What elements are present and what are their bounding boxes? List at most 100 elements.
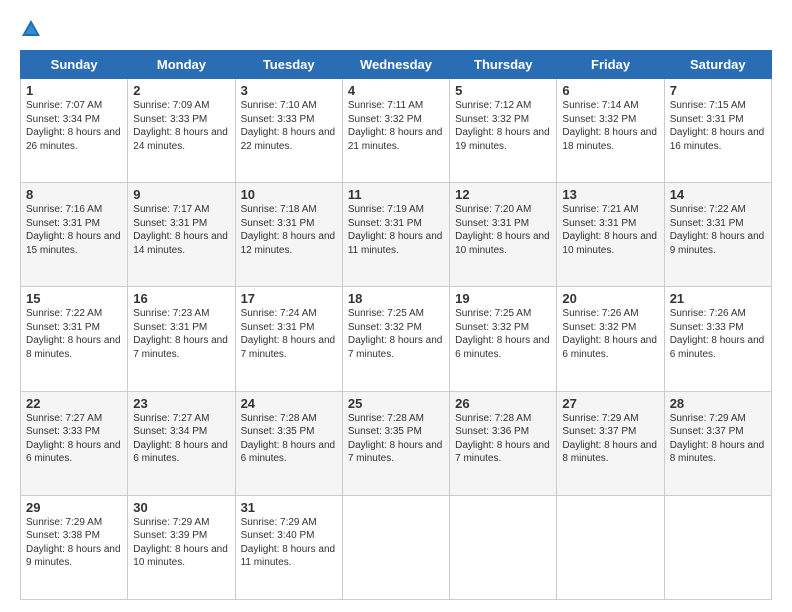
calendar-day-cell: 2 Sunrise: 7:09 AM Sunset: 3:33 PM Dayli… xyxy=(128,79,235,183)
day-info: Sunrise: 7:17 AM Sunset: 3:31 PM Dayligh… xyxy=(133,203,229,257)
day-info: Sunrise: 7:26 AM Sunset: 3:33 PM Dayligh… xyxy=(670,307,766,361)
calendar-day-cell: 30 Sunrise: 7:29 AM Sunset: 3:39 PM Dayl… xyxy=(128,495,235,599)
calendar-day-cell: 8 Sunrise: 7:16 AM Sunset: 3:31 PM Dayli… xyxy=(21,183,128,287)
day-number: 15 xyxy=(26,291,122,306)
day-info: Sunrise: 7:29 AM Sunset: 3:37 PM Dayligh… xyxy=(562,412,658,466)
day-number: 3 xyxy=(241,83,337,98)
day-info: Sunrise: 7:28 AM Sunset: 3:35 PM Dayligh… xyxy=(241,412,337,466)
weekday-header: Wednesday xyxy=(342,51,449,79)
calendar-day-cell: 25 Sunrise: 7:28 AM Sunset: 3:35 PM Dayl… xyxy=(342,391,449,495)
calendar-day-cell: 13 Sunrise: 7:21 AM Sunset: 3:31 PM Dayl… xyxy=(557,183,664,287)
calendar-day-cell xyxy=(450,495,557,599)
day-info: Sunrise: 7:19 AM Sunset: 3:31 PM Dayligh… xyxy=(348,203,444,257)
day-info: Sunrise: 7:25 AM Sunset: 3:32 PM Dayligh… xyxy=(348,307,444,361)
calendar-day-cell: 22 Sunrise: 7:27 AM Sunset: 3:33 PM Dayl… xyxy=(21,391,128,495)
calendar-week-row: 22 Sunrise: 7:27 AM Sunset: 3:33 PM Dayl… xyxy=(21,391,772,495)
weekday-header: Monday xyxy=(128,51,235,79)
page: SundayMondayTuesdayWednesdayThursdayFrid… xyxy=(0,0,792,612)
calendar-week-row: 29 Sunrise: 7:29 AM Sunset: 3:38 PM Dayl… xyxy=(21,495,772,599)
calendar-day-cell: 31 Sunrise: 7:29 AM Sunset: 3:40 PM Dayl… xyxy=(235,495,342,599)
day-number: 26 xyxy=(455,396,551,411)
calendar-day-cell xyxy=(342,495,449,599)
day-info: Sunrise: 7:28 AM Sunset: 3:36 PM Dayligh… xyxy=(455,412,551,466)
weekday-header: Saturday xyxy=(664,51,771,79)
weekday-header: Friday xyxy=(557,51,664,79)
day-info: Sunrise: 7:24 AM Sunset: 3:31 PM Dayligh… xyxy=(241,307,337,361)
day-number: 14 xyxy=(670,187,766,202)
day-number: 21 xyxy=(670,291,766,306)
calendar-day-cell: 14 Sunrise: 7:22 AM Sunset: 3:31 PM Dayl… xyxy=(664,183,771,287)
day-number: 4 xyxy=(348,83,444,98)
day-number: 9 xyxy=(133,187,229,202)
calendar-day-cell: 26 Sunrise: 7:28 AM Sunset: 3:36 PM Dayl… xyxy=(450,391,557,495)
calendar-day-cell: 10 Sunrise: 7:18 AM Sunset: 3:31 PM Dayl… xyxy=(235,183,342,287)
day-info: Sunrise: 7:12 AM Sunset: 3:32 PM Dayligh… xyxy=(455,99,551,153)
calendar-day-cell: 16 Sunrise: 7:23 AM Sunset: 3:31 PM Dayl… xyxy=(128,287,235,391)
day-info: Sunrise: 7:27 AM Sunset: 3:34 PM Dayligh… xyxy=(133,412,229,466)
day-info: Sunrise: 7:22 AM Sunset: 3:31 PM Dayligh… xyxy=(26,307,122,361)
day-number: 19 xyxy=(455,291,551,306)
calendar-day-cell: 7 Sunrise: 7:15 AM Sunset: 3:31 PM Dayli… xyxy=(664,79,771,183)
header xyxy=(20,18,772,40)
calendar-day-cell: 9 Sunrise: 7:17 AM Sunset: 3:31 PM Dayli… xyxy=(128,183,235,287)
day-number: 6 xyxy=(562,83,658,98)
calendar-day-cell: 29 Sunrise: 7:29 AM Sunset: 3:38 PM Dayl… xyxy=(21,495,128,599)
day-number: 12 xyxy=(455,187,551,202)
calendar-day-cell xyxy=(664,495,771,599)
calendar-week-row: 15 Sunrise: 7:22 AM Sunset: 3:31 PM Dayl… xyxy=(21,287,772,391)
day-number: 23 xyxy=(133,396,229,411)
calendar-day-cell: 4 Sunrise: 7:11 AM Sunset: 3:32 PM Dayli… xyxy=(342,79,449,183)
day-number: 10 xyxy=(241,187,337,202)
day-number: 25 xyxy=(348,396,444,411)
calendar-day-cell: 28 Sunrise: 7:29 AM Sunset: 3:37 PM Dayl… xyxy=(664,391,771,495)
day-info: Sunrise: 7:29 AM Sunset: 3:38 PM Dayligh… xyxy=(26,516,122,570)
day-info: Sunrise: 7:27 AM Sunset: 3:33 PM Dayligh… xyxy=(26,412,122,466)
day-number: 13 xyxy=(562,187,658,202)
day-info: Sunrise: 7:29 AM Sunset: 3:40 PM Dayligh… xyxy=(241,516,337,570)
calendar-day-cell: 12 Sunrise: 7:20 AM Sunset: 3:31 PM Dayl… xyxy=(450,183,557,287)
day-number: 27 xyxy=(562,396,658,411)
day-number: 29 xyxy=(26,500,122,515)
day-info: Sunrise: 7:29 AM Sunset: 3:37 PM Dayligh… xyxy=(670,412,766,466)
day-number: 30 xyxy=(133,500,229,515)
day-info: Sunrise: 7:25 AM Sunset: 3:32 PM Dayligh… xyxy=(455,307,551,361)
logo-icon xyxy=(20,18,42,40)
weekday-header: Sunday xyxy=(21,51,128,79)
weekday-header: Thursday xyxy=(450,51,557,79)
calendar-day-cell: 27 Sunrise: 7:29 AM Sunset: 3:37 PM Dayl… xyxy=(557,391,664,495)
day-info: Sunrise: 7:20 AM Sunset: 3:31 PM Dayligh… xyxy=(455,203,551,257)
day-info: Sunrise: 7:16 AM Sunset: 3:31 PM Dayligh… xyxy=(26,203,122,257)
calendar-day-cell: 20 Sunrise: 7:26 AM Sunset: 3:32 PM Dayl… xyxy=(557,287,664,391)
day-number: 2 xyxy=(133,83,229,98)
day-number: 8 xyxy=(26,187,122,202)
day-info: Sunrise: 7:07 AM Sunset: 3:34 PM Dayligh… xyxy=(26,99,122,153)
day-info: Sunrise: 7:10 AM Sunset: 3:33 PM Dayligh… xyxy=(241,99,337,153)
day-number: 20 xyxy=(562,291,658,306)
day-number: 22 xyxy=(26,396,122,411)
day-info: Sunrise: 7:14 AM Sunset: 3:32 PM Dayligh… xyxy=(562,99,658,153)
calendar-day-cell: 11 Sunrise: 7:19 AM Sunset: 3:31 PM Dayl… xyxy=(342,183,449,287)
day-number: 5 xyxy=(455,83,551,98)
calendar-day-cell: 21 Sunrise: 7:26 AM Sunset: 3:33 PM Dayl… xyxy=(664,287,771,391)
day-info: Sunrise: 7:22 AM Sunset: 3:31 PM Dayligh… xyxy=(670,203,766,257)
calendar-day-cell: 6 Sunrise: 7:14 AM Sunset: 3:32 PM Dayli… xyxy=(557,79,664,183)
day-number: 1 xyxy=(26,83,122,98)
calendar-day-cell xyxy=(557,495,664,599)
calendar-week-row: 8 Sunrise: 7:16 AM Sunset: 3:31 PM Dayli… xyxy=(21,183,772,287)
calendar-day-cell: 1 Sunrise: 7:07 AM Sunset: 3:34 PM Dayli… xyxy=(21,79,128,183)
day-info: Sunrise: 7:29 AM Sunset: 3:39 PM Dayligh… xyxy=(133,516,229,570)
calendar-day-cell: 23 Sunrise: 7:27 AM Sunset: 3:34 PM Dayl… xyxy=(128,391,235,495)
day-info: Sunrise: 7:28 AM Sunset: 3:35 PM Dayligh… xyxy=(348,412,444,466)
day-info: Sunrise: 7:21 AM Sunset: 3:31 PM Dayligh… xyxy=(562,203,658,257)
calendar-day-cell: 18 Sunrise: 7:25 AM Sunset: 3:32 PM Dayl… xyxy=(342,287,449,391)
day-info: Sunrise: 7:15 AM Sunset: 3:31 PM Dayligh… xyxy=(670,99,766,153)
day-info: Sunrise: 7:26 AM Sunset: 3:32 PM Dayligh… xyxy=(562,307,658,361)
day-info: Sunrise: 7:23 AM Sunset: 3:31 PM Dayligh… xyxy=(133,307,229,361)
weekday-header: Tuesday xyxy=(235,51,342,79)
calendar-day-cell: 24 Sunrise: 7:28 AM Sunset: 3:35 PM Dayl… xyxy=(235,391,342,495)
calendar-day-cell: 17 Sunrise: 7:24 AM Sunset: 3:31 PM Dayl… xyxy=(235,287,342,391)
day-number: 11 xyxy=(348,187,444,202)
calendar-header-row: SundayMondayTuesdayWednesdayThursdayFrid… xyxy=(21,51,772,79)
day-number: 7 xyxy=(670,83,766,98)
day-number: 16 xyxy=(133,291,229,306)
